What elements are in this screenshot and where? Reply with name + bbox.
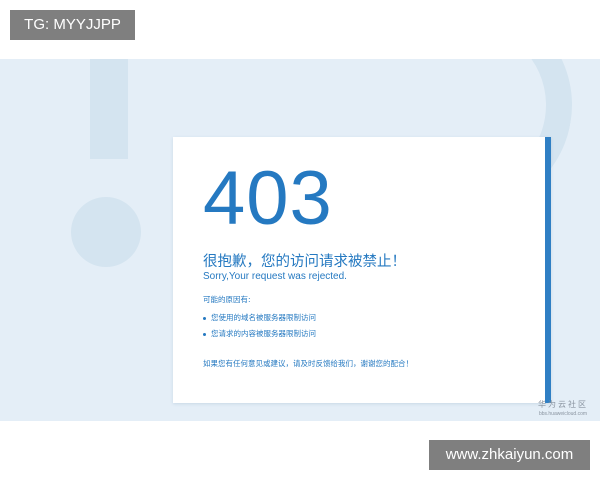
decorative-circle [71, 197, 141, 267]
tag-label: TG: MYYJJPP [10, 10, 135, 40]
error-code: 403 [203, 156, 333, 241]
site-label: www.zhkaiyun.com [429, 440, 590, 470]
error-page-background: 403 很抱歉，您的访问请求被禁止！ Sorry,Your request wa… [0, 59, 600, 421]
feedback-note: 如果您有任何意见或建议，请及时反馈给我们，谢谢您的配合！ [203, 359, 413, 368]
reasons-label: 可能的原因有: [203, 295, 251, 304]
brand-name: 华为云社区 [538, 400, 588, 409]
reason-item: 您请求的内容被服务器限制访问 [203, 328, 316, 339]
error-card: 403 很抱歉，您的访问请求被禁止！ Sorry,Your request wa… [173, 137, 551, 403]
reason-text: 您请求的内容被服务器限制访问 [211, 329, 316, 338]
brand-url: bbs.huaweicloud.com [538, 411, 588, 417]
page: 403 很抱歉，您的访问请求被禁止！ Sorry,Your request wa… [0, 0, 600, 480]
brand-watermark: 华为云社区 bbs.huaweicloud.com [528, 399, 598, 417]
bullet-icon [203, 316, 206, 320]
error-title-cn: 很抱歉，您的访问请求被禁止！ [203, 254, 406, 270]
decorative-bar [90, 59, 128, 159]
reason-item: 您使用的域名被服务器限制访问 [203, 312, 316, 323]
error-title-en: Sorry,Your request was rejected. [203, 271, 347, 282]
bullet-icon [203, 332, 206, 336]
reason-text: 您使用的域名被服务器限制访问 [211, 313, 316, 322]
